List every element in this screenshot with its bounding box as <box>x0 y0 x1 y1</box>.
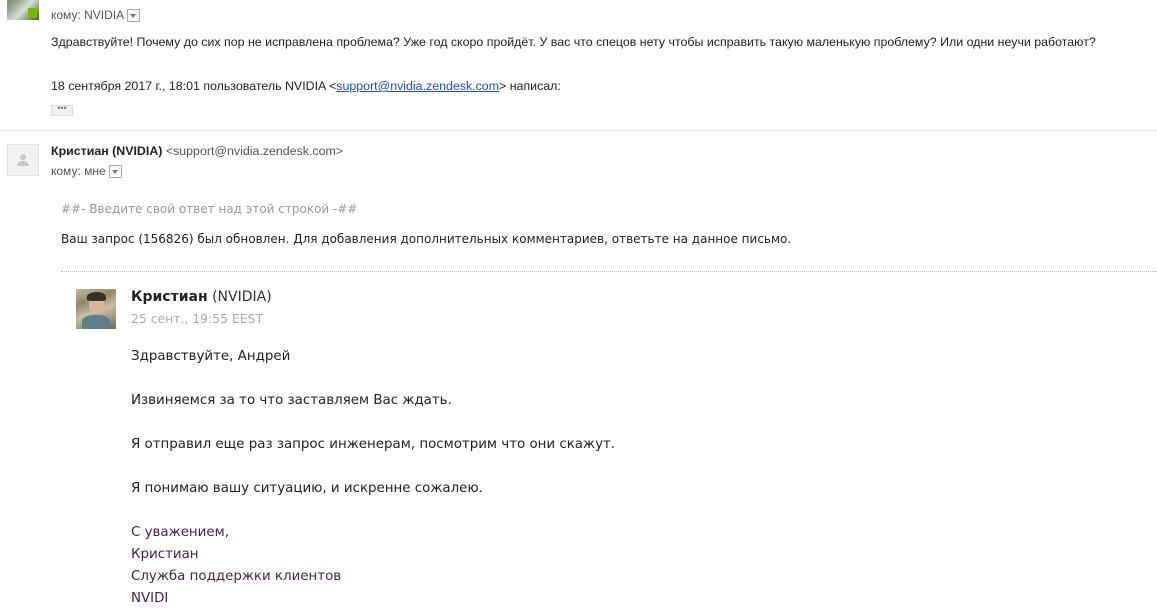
message-divider <box>0 130 1157 131</box>
recipient-line: кому: NVIDIA <box>51 8 141 23</box>
quote-header: 18 сентября 2017 г., 18:01 пользователь … <box>51 79 561 93</box>
signature-line: Кристиан <box>131 547 199 562</box>
comment-paragraph: Я понимаю вашу ситуацию, и искренне сожа… <box>131 481 483 496</box>
recipient-details-dropdown-icon[interactable] <box>127 9 141 23</box>
recipient-line: кому: мне <box>51 164 122 179</box>
comment-greeting: Здравствуйте, Андрей <box>131 349 291 364</box>
message-collapsed-header-1: кому: NVIDIA Здравствуйте! Почему до сих… <box>0 0 1157 130</box>
dotted-divider <box>61 271 1157 272</box>
recipient-details-dropdown-icon[interactable] <box>108 165 122 179</box>
show-trimmed-content-button[interactable]: ••• <box>51 104 73 116</box>
signature-line: NVIDI <box>131 591 169 606</box>
request-update-notice: Ваш запрос (156826) был обновлен. Для до… <box>61 232 792 246</box>
sender-email: <support@nvidia.zendesk.com> <box>165 144 344 158</box>
email-thread: кому: NVIDIA Здравствуйте! Почему до сих… <box>0 0 1157 614</box>
comment-paragraph: Извиняемся за то что заставляем Вас ждат… <box>131 393 452 408</box>
quote-header-prefix: 18 сентября 2017 г., 18:01 пользователь … <box>51 79 337 93</box>
agent-avatar <box>76 289 116 329</box>
comment-author: Кристиан (NVIDIA) <box>131 289 272 305</box>
comment-author-name: Кристиан <box>131 289 208 305</box>
sender-name[interactable]: Кристиан (NVIDIA) <box>51 144 162 158</box>
sender-line: Кристиан (NVIDIA) <support@nvidia.zendes… <box>51 144 343 158</box>
support-email-link[interactable]: support@nvidia.zendesk.com <box>336 79 499 93</box>
recipient-label: кому: NVIDIA <box>51 8 125 22</box>
comment-timestamp: 25 сент., 19:55 EEST <box>131 311 264 326</box>
quote-header-suffix: > написал: <box>499 79 561 93</box>
reply-above-marker: ##- Введите свой ответ над этой строкой … <box>61 202 358 216</box>
comment-paragraph: Я отправил еще раз запрос инженерам, пос… <box>131 437 616 452</box>
signature-line: Служба поддержки клиентов <box>131 569 342 584</box>
message-body-text: Здравствуйте! Почему до сих пор не испра… <box>51 35 1096 49</box>
default-avatar-icon <box>7 144 39 176</box>
comment-author-org: (NVIDIA) <box>212 289 272 305</box>
signature-line: С уважением, <box>131 525 229 540</box>
sender-avatar <box>7 0 39 20</box>
recipient-label: кому: мне <box>51 164 106 178</box>
nvidia-logo-icon <box>28 8 37 18</box>
